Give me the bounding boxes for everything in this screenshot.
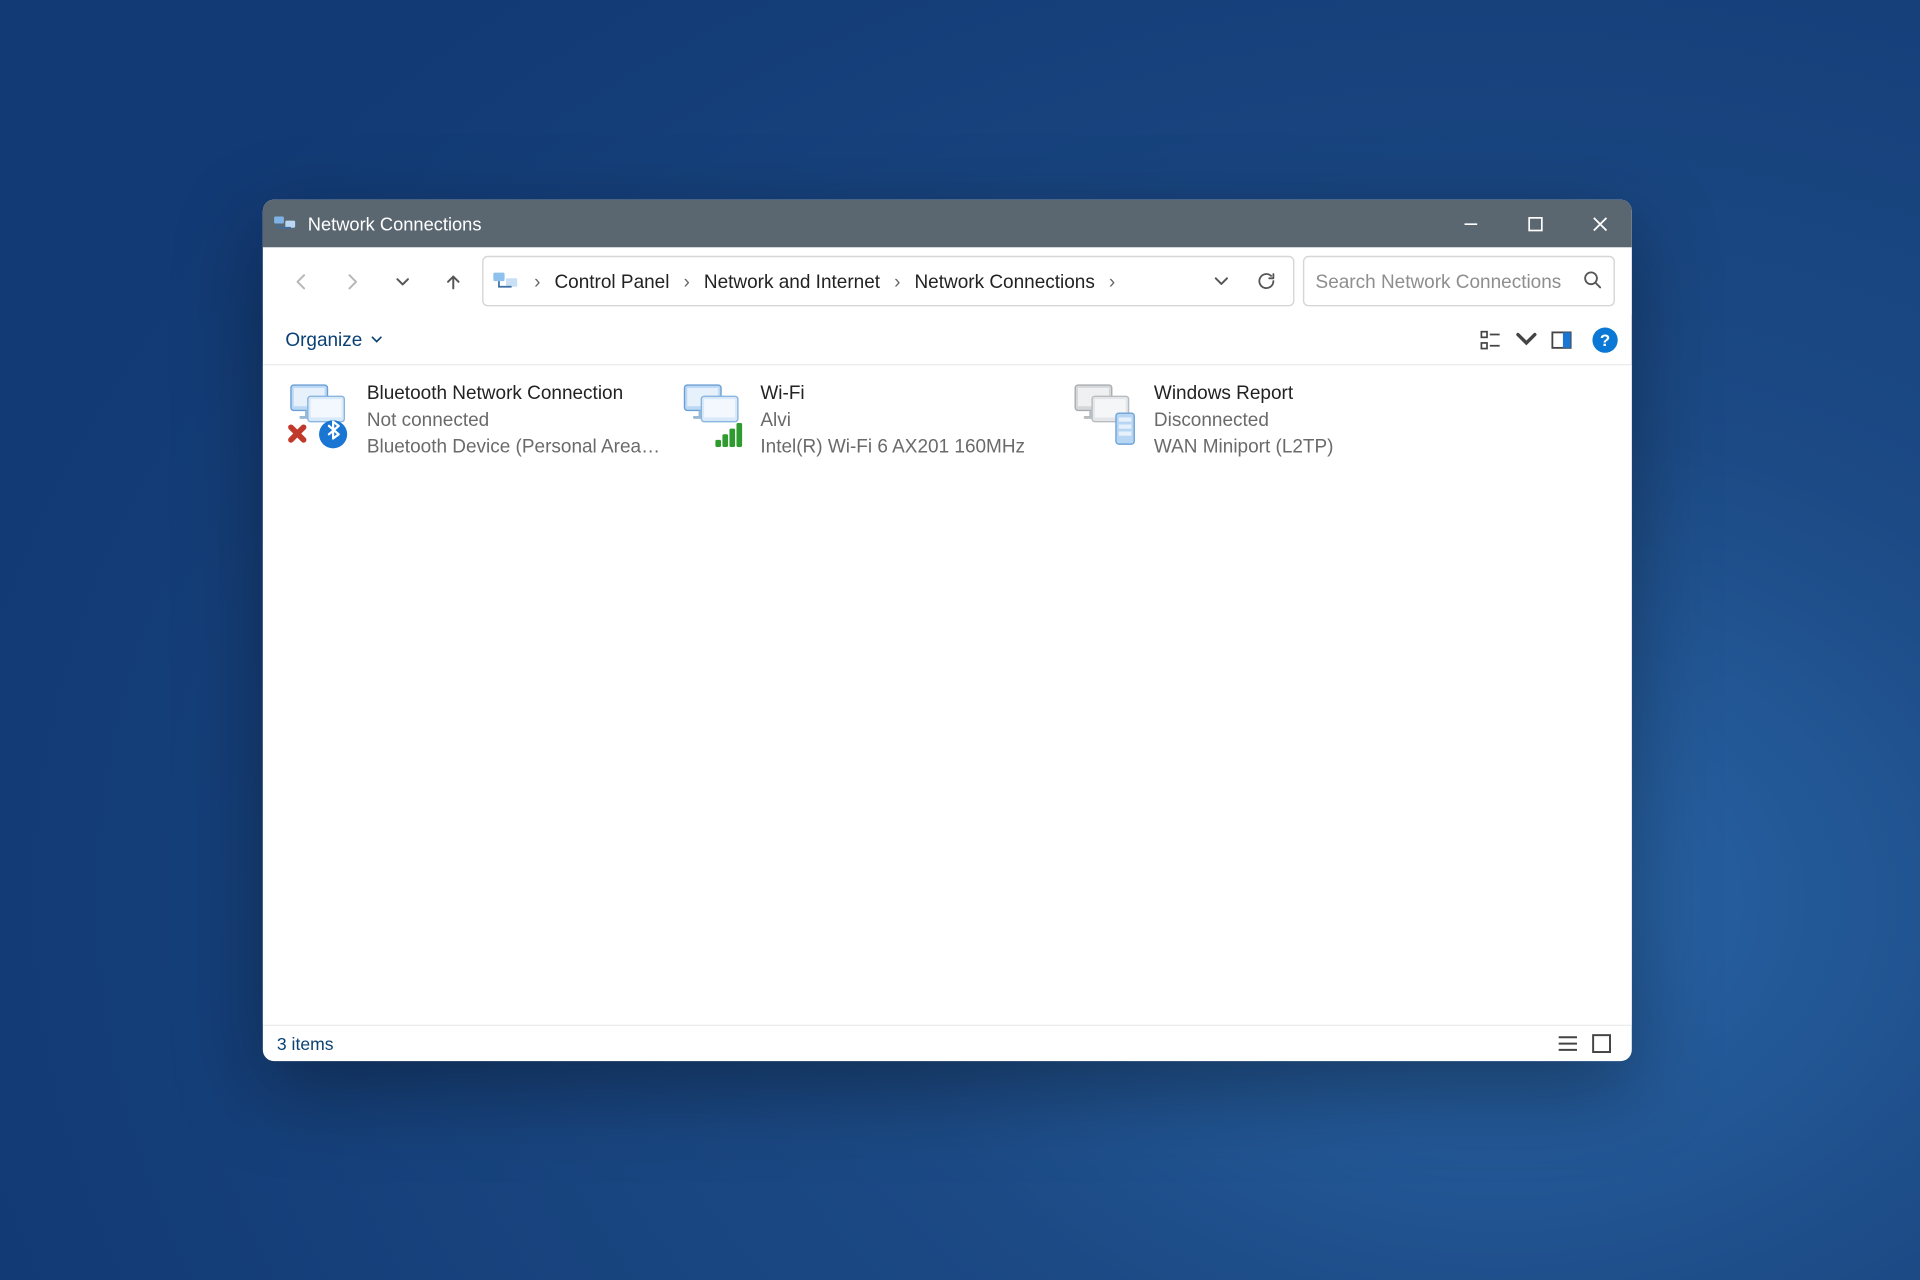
minimize-button[interactable] [1438,200,1503,248]
bluetooth-network-icon [283,379,353,449]
chevron-down-icon [371,334,382,345]
connection-name: Wi-Fi [760,379,1025,406]
connection-device: Intel(R) Wi-Fi 6 AX201 160MHz [760,433,1025,460]
breadcrumb-separator: › [888,271,906,292]
statusbar: 3 items [263,1025,1632,1062]
details-view-button[interactable] [1550,1030,1584,1058]
connection-item-wifi[interactable]: Wi-Fi Alvi Intel(R) Wi-Fi 6 AX201 160MHz [676,379,1070,459]
refresh-button[interactable] [1245,260,1287,302]
connection-item-wan[interactable]: Windows Report Disconnected WAN Miniport… [1070,379,1464,459]
search-icon [1583,269,1603,293]
maximize-button[interactable] [1502,200,1567,248]
view-options-button[interactable] [1469,320,1514,359]
connection-device: WAN Miniport (L2TP) [1154,433,1334,460]
app-icon [274,212,296,234]
breadcrumb-separator: › [1103,271,1121,292]
up-button[interactable] [431,260,473,302]
connection-status: Alvi [760,406,1025,433]
wifi-network-icon [676,379,746,449]
wan-network-icon [1070,379,1140,449]
breadcrumb-separator: › [528,271,546,292]
connection-device: Bluetooth Device (Personal Area ... [367,433,662,460]
toolbar: Organize ? [263,315,1632,366]
back-button[interactable] [280,260,322,302]
address-history-button[interactable] [1200,260,1242,302]
address-bar[interactable]: › Control Panel › Network and Internet ›… [482,256,1294,307]
window-title: Network Connections [308,213,482,234]
connection-status: Disconnected [1154,406,1334,433]
content-area[interactable]: Bluetooth Network Connection Not connect… [263,365,1632,1024]
crumb-control-panel[interactable]: Control Panel [549,265,675,297]
close-button[interactable] [1567,200,1632,248]
network-connections-window: Network Connections [263,200,1632,1062]
titlebar[interactable]: Network Connections [263,200,1632,248]
view-options-dropdown[interactable] [1514,320,1539,359]
connection-name: Windows Report [1154,379,1334,406]
navigation-row: › Control Panel › Network and Internet ›… [263,247,1632,314]
help-button[interactable]: ? [1592,327,1617,352]
search-input[interactable]: Search Network Connections [1303,256,1615,307]
address-icon [492,267,520,295]
recent-locations-button[interactable] [381,260,423,302]
breadcrumb-separator: › [678,271,696,292]
crumb-network-connections[interactable]: Network Connections [909,265,1101,297]
large-icons-view-button[interactable] [1584,1030,1618,1058]
wifi-signal-icon [715,422,746,447]
crumb-network-and-internet[interactable]: Network and Internet [698,265,885,297]
connection-status: Not connected [367,406,662,433]
status-text: 3 items [277,1034,334,1054]
connection-item-bluetooth[interactable]: Bluetooth Network Connection Not connect… [283,379,677,459]
search-placeholder: Search Network Connections [1316,271,1572,292]
forward-button[interactable] [330,260,372,302]
preview-pane-button[interactable] [1539,320,1584,359]
organize-menu[interactable]: Organize [277,323,391,355]
connection-name: Bluetooth Network Connection [367,379,662,406]
organize-label: Organize [285,329,362,350]
